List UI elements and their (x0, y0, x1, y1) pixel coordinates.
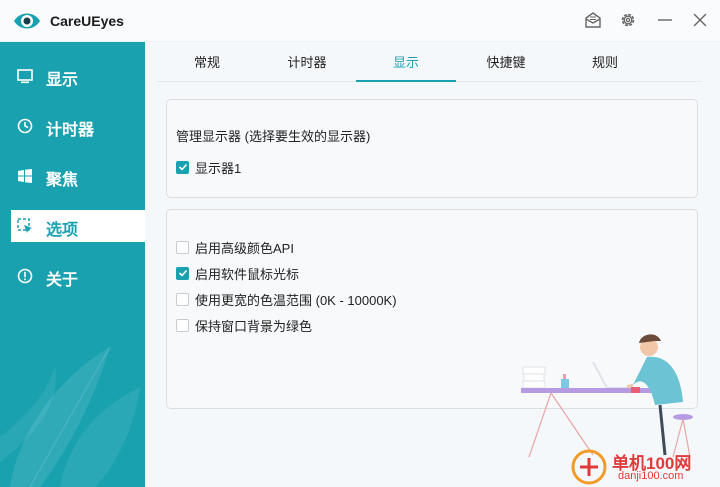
option-label: 保持窗口背景为绿色 (195, 318, 313, 334)
cursor-icon (17, 218, 32, 233)
green-background-checkbox[interactable]: 保持窗口背景为绿色 (176, 317, 313, 334)
monitor-1-checkbox[interactable]: 显示器1 (176, 159, 242, 176)
monitor-panel-label: 管理显示器 (选择要生效的显示器) (176, 129, 371, 144)
leaf-decoration (0, 346, 140, 487)
sidebar: 显示 计时器 聚焦 选项 关于 (0, 42, 145, 487)
monitor-1-label: 显示器1 (195, 160, 242, 176)
title-bar: CareUEyes (0, 0, 720, 42)
watermark: 单机100网 danji100.com (570, 446, 720, 487)
watermark-subtext: danji100.com (618, 470, 684, 482)
checkmark-icon (178, 269, 187, 277)
sidebar-item-options[interactable]: 选项 (11, 210, 145, 242)
sidebar-item-timer[interactable]: 计时器 (0, 110, 145, 142)
checkbox-unchecked[interactable] (176, 240, 189, 254)
mail-button[interactable] (579, 6, 607, 34)
option-label: 使用更宽的色温范围 (0K - 10000K) (195, 292, 397, 308)
sidebar-item-label: 选项 (46, 222, 79, 239)
sidebar-item-display[interactable]: 显示 (0, 60, 145, 92)
close-button[interactable] (686, 6, 714, 34)
checkbox-checked[interactable] (176, 266, 189, 280)
tab-hotkeys[interactable]: 快捷键 (456, 42, 556, 82)
clock-icon (17, 118, 33, 134)
minimize-icon (658, 19, 672, 21)
wide-color-temp-checkbox[interactable]: 使用更宽的色温范围 (0K - 10000K) (176, 291, 397, 308)
app-logo-eye-icon (14, 13, 40, 29)
option-label: 启用高级颜色API (195, 240, 294, 256)
mail-icon (585, 12, 601, 28)
settings-button[interactable] (614, 6, 642, 34)
sidebar-item-label: 计时器 (46, 122, 95, 139)
advanced-color-api-checkbox[interactable]: 启用高级颜色API (176, 239, 294, 256)
tab-general[interactable]: 常规 (157, 42, 257, 82)
app-title: CareUEyes (50, 13, 124, 29)
windows-icon (18, 169, 32, 183)
checkmark-icon (178, 163, 187, 171)
watermark-logo-icon (571, 449, 607, 485)
main-content: 常规 计时器 显示 快捷键 规则 管理显示器 (选择要生效的显示器) 显示器1 … (145, 42, 720, 487)
tab-display[interactable]: 显示 (356, 42, 456, 82)
checkbox-unchecked[interactable] (176, 292, 189, 306)
checkbox-unchecked[interactable] (176, 318, 189, 332)
sidebar-item-label: 显示 (46, 72, 79, 89)
software-cursor-checkbox[interactable]: 启用软件鼠标光标 (176, 265, 300, 282)
monitor-icon (17, 69, 33, 84)
sidebar-item-focus[interactable]: 聚焦 (0, 160, 145, 192)
checkbox-checked[interactable] (176, 160, 189, 174)
tab-bar: 常规 计时器 显示 快捷键 规则 (157, 42, 702, 82)
info-icon (17, 268, 33, 284)
monitor-panel: 管理显示器 (选择要生效的显示器) 显示器1 (166, 99, 698, 198)
minimize-button[interactable] (651, 6, 679, 34)
tab-rules[interactable]: 规则 (555, 42, 655, 82)
option-label: 启用软件鼠标光标 (195, 266, 300, 282)
sidebar-item-label: 聚焦 (46, 172, 79, 189)
gear-icon (621, 13, 635, 27)
close-icon (693, 13, 707, 27)
tab-timer[interactable]: 计时器 (257, 42, 357, 82)
